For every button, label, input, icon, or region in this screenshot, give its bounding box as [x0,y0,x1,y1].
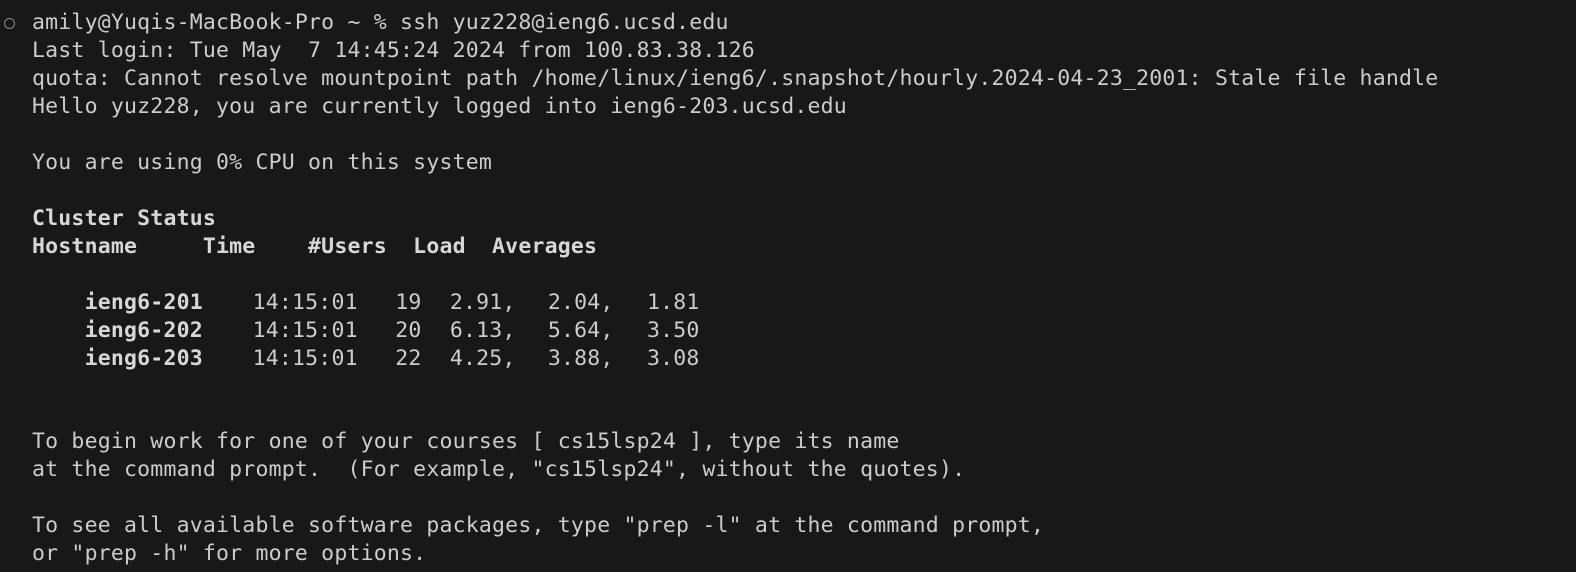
course-instructions-line: at the command prompt. (For example, "cs… [32,457,966,482]
software-instructions-line: To see all available software packages, … [32,513,1045,538]
command-status-icon [4,18,15,29]
cluster-row: ieng6-202 14:15:01 20 6.13, 5.64, 3.50 [32,289,700,343]
hello-line: Hello yuz228, you are currently logged i… [32,94,847,119]
cluster-row-load-1: 4.25, [449,346,516,371]
cpu-usage-line: You are using 0% CPU on this system [32,150,493,175]
cluster-row-hostname: ieng6-203 [84,346,203,371]
cluster-row-users: 22 [395,346,422,371]
cluster-table-header: Hostname Time #Users Load Averages [32,234,598,259]
software-instructions-line: or "prep -h" for more options. [32,541,427,566]
cluster-row-load-15: 3.08 [647,346,700,371]
cluster-row-load-5: 3.88, [547,346,614,371]
terminal-output[interactable]: amily@Yuqis-MacBook-Pro ~ % ssh yuz228@i… [0,0,1576,572]
quota-message-line: quota: Cannot resolve mountpoint path /h… [32,66,1439,91]
cluster-row: ieng6-201 14:15:01 19 2.91, 2.04, 1.81 [32,261,700,315]
last-login-line: Last login: Tue May 7 14:45:24 2024 from… [32,38,755,63]
command-prompt-line: amily@Yuqis-MacBook-Pro ~ % ssh yuz228@i… [32,10,729,35]
course-instructions-line: To begin work for one of your courses [ … [32,429,900,454]
cluster-row-time: 14:15:01 [252,346,358,371]
cluster-status-title: Cluster Status [32,206,217,231]
cluster-row: ieng6-203 14:15:01 22 4.25, 3.88, 3.08 [32,317,700,371]
